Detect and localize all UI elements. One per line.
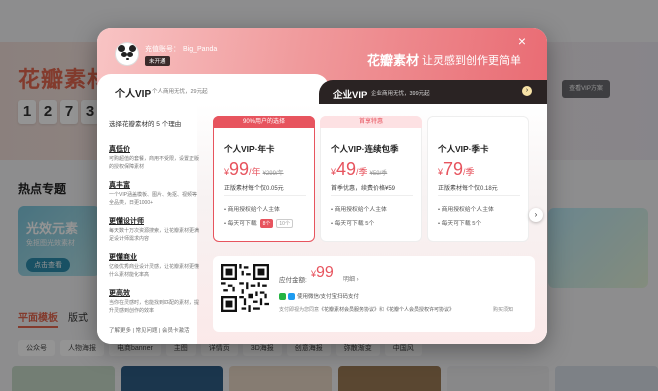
- reason-item: 真低价 可购超值的套餐，商用不受限，设置正版的授权保障素材: [109, 144, 201, 171]
- reason-item: 更懂商业 亿级优秀商业设计灵感，让花瓣素材更懂什么素材能化率高: [109, 252, 201, 279]
- status-badge: 未开通: [145, 56, 170, 66]
- reason-heading: 更高效: [109, 290, 130, 297]
- tab-personal-title: 个人VIP: [115, 89, 152, 100]
- plan-price: ¥99/年 ¥299/年: [224, 159, 284, 179]
- reason-text: 每天数十万次资源搜索，让花瓣素材更满足设计师需求内容: [109, 228, 200, 242]
- reason-item: 更高效 当你在灵感时，也能找到匹配的素材，提升灵感到创作的效率: [109, 288, 201, 315]
- tab-enterprise-vip[interactable]: 企业VIP 企业商用无忧，399元起 ›: [319, 80, 547, 104]
- plan-price: ¥49/季 ¥59/季: [331, 159, 388, 179]
- plan-name: 个人VIP·连续包季: [331, 144, 399, 154]
- chevron-right-icon[interactable]: ›: [522, 86, 532, 96]
- tab-personal-vip[interactable]: 个人VIP 个人商用无忧，29元起: [97, 74, 329, 104]
- reason-text: 当你在灵感时，也能找到匹配的素材，提升灵感到创作的效率: [109, 300, 200, 314]
- reason-text: 亿级优秀商业设计灵感，让花瓣素材更懂什么素材能化率高: [109, 264, 200, 278]
- tab-enterprise-title: 企业VIP: [333, 90, 368, 101]
- plan-feature: • 每天可下载 5个: [438, 221, 482, 227]
- plan-feature: • 每天可下载 5个: [331, 221, 375, 227]
- reason-text: 可购超值的套餐，商用不受限，设置正版的授权保障素材: [109, 156, 200, 170]
- plan-card-quarterly[interactable]: 个人VIP·季卡 ¥79/季 正版素材每个仅0.18元 • 商用授权给个人主体 …: [427, 116, 529, 242]
- tab-enterprise-desc: 企业商用无忧，399元起: [371, 91, 430, 97]
- reason-heading: 更懂商业: [109, 254, 137, 261]
- plan-feature: • 商用授权给个人主体: [438, 207, 494, 213]
- close-icon[interactable]: ×: [515, 34, 529, 48]
- modal-body: 选择花瓣素材的 5 个理由 真低价 可购超值的套餐，商用不受限，设置正版的授权保…: [97, 104, 547, 344]
- reason-heading: 更懂设计师: [109, 218, 144, 225]
- plan-card-quarterly-auto[interactable]: 首享特惠 个人VIP·连续包季 ¥49/季 ¥59/季 首季优惠，续费价格¥59 …: [320, 116, 422, 242]
- plan-name: 个人VIP·季卡: [438, 144, 489, 154]
- amount-value: ¥99: [311, 264, 334, 281]
- payment-panel: 应付金额: ¥99 明细 › 使用微信/支付宝扫码支付 支付即视为您同意《花瓣素…: [213, 256, 535, 332]
- plan-desc: 正版素材每个仅0.18元: [438, 186, 498, 192]
- reason-heading: 真低价: [109, 146, 130, 153]
- alipay-icon: [288, 292, 295, 300]
- purchase-notice-link[interactable]: 购买须知: [493, 306, 513, 313]
- reason-item: 更懂设计师 每天数十万次资源搜索，让花瓣素材更满足设计师需求内容: [109, 216, 201, 243]
- next-plans-arrow-icon[interactable]: ›: [529, 208, 543, 222]
- pay-methods: 使用微信/支付宝扫码支付: [279, 292, 359, 300]
- download-option-selected[interactable]: 8个: [259, 219, 274, 228]
- plan-feature: • 商用授权给个人主体: [224, 207, 280, 213]
- pay-methods-text: 使用微信/支付宝扫码支付: [297, 294, 360, 300]
- brand-slogan: 让灵感到创作更简单: [422, 55, 521, 67]
- plan-feature: • 商用授权给个人主体: [331, 207, 387, 213]
- license-agreement-link[interactable]: 《花瓣个人会员授权许可协议》: [384, 307, 454, 313]
- download-option[interactable]: 10个: [276, 219, 293, 228]
- account-name: Big_Panda: [183, 46, 218, 53]
- reasons-footer-links[interactable]: 了解更多 | 常见问题 | 会员卡激活: [109, 326, 189, 334]
- tab-personal-desc: 个人商用无忧，29元起: [152, 89, 208, 95]
- brand-name: 花瓣素材: [367, 53, 420, 68]
- account-line: 充值账号： Big_Panda: [145, 44, 217, 54]
- reasons-title: 选择花瓣素材的 5 个理由: [109, 121, 182, 128]
- service-agreement-link[interactable]: 《花瓣素材会员服务协议》: [319, 307, 379, 313]
- account-label: 充值账号：: [145, 46, 180, 53]
- reason-text: 一个VIP涵盖模板、图片、免抠、视频等全品类，日更1000+: [109, 192, 198, 206]
- plan-card-annual[interactable]: 90%用户的选择 个人VIP·年卡 ¥99/年 ¥299/年 正版素材每个仅0.0…: [213, 116, 315, 242]
- plan-desc: 首季优惠，续费价格¥59: [331, 186, 396, 192]
- reason-item: 真丰富 一个VIP涵盖模板、图片、免抠、视频等全品类，日更1000+: [109, 180, 201, 207]
- plan-name: 个人VIP·年卡: [224, 144, 275, 154]
- vip-purchase-modal: 充值账号： Big_Panda 未开通 花瓣素材 让灵感到创作更简单 × 个人VI…: [97, 28, 547, 344]
- plan-ribbon: 90%用户的选择: [213, 116, 315, 128]
- plan-price: ¥79/季: [438, 159, 475, 179]
- agreement-text: 支付即视为您同意《花瓣素材会员服务协议》和《花瓣个人会员授权许可协议》: [279, 307, 455, 313]
- panda-avatar: [115, 42, 139, 66]
- payment-qr-code: [221, 264, 269, 312]
- wechat-pay-icon: [279, 292, 286, 300]
- plan-ribbon: 首享特惠: [320, 116, 422, 128]
- amount-label: 应付金额:: [279, 277, 307, 284]
- amount-detail-link[interactable]: 明细 ›: [343, 274, 359, 283]
- reason-heading: 真丰富: [109, 182, 130, 189]
- plan-desc: 正版素材每个仅0.05元: [224, 186, 284, 192]
- plan-feature: • 每天可下载 8个 10个: [224, 218, 293, 228]
